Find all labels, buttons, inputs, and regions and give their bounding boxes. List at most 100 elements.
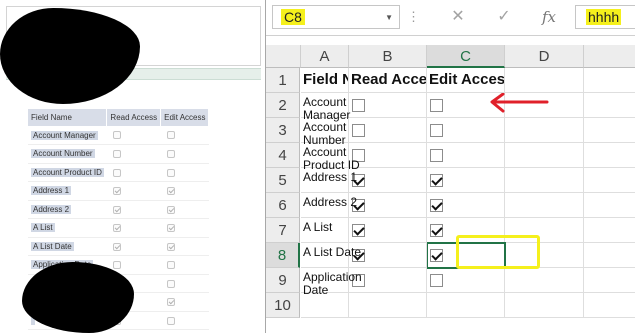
edit-access-checkbox[interactable] — [430, 124, 443, 137]
field-label-cell: Address 1 — [28, 181, 107, 201]
edit-access-checkbox[interactable] — [166, 205, 175, 214]
column-header-e[interactable] — [584, 45, 635, 68]
edit-access-checkbox[interactable] — [430, 199, 443, 212]
cell-e8[interactable] — [584, 243, 635, 268]
name-box[interactable]: C8 ▼ — [272, 5, 400, 29]
cell-d6[interactable] — [505, 193, 584, 218]
read-access-checkbox[interactable] — [112, 242, 121, 251]
cell-a9[interactable]: Application Date — [301, 268, 362, 297]
field-label-cell: A List Date — [28, 237, 107, 256]
table-row: A List — [28, 218, 209, 238]
cell-c4[interactable] — [427, 143, 505, 168]
field-label-cell: Account Number — [28, 144, 107, 164]
chevron-down-icon[interactable]: ▼ — [385, 13, 393, 22]
row-header-1[interactable]: 1 — [266, 68, 300, 93]
read-access-checkbox[interactable] — [112, 205, 121, 214]
read-access-checkbox[interactable] — [112, 187, 121, 196]
cell-d1[interactable] — [505, 68, 584, 93]
cell-c5[interactable] — [427, 168, 505, 193]
cell-b1[interactable]: Read Access — [349, 68, 427, 93]
cell-a1[interactable]: Field Name — [301, 68, 349, 93]
edit-access-cell — [160, 218, 209, 238]
select-all-corner[interactable] — [266, 45, 301, 68]
redaction-blob-top — [0, 8, 140, 104]
column-header-d[interactable]: D — [505, 45, 584, 68]
row-header-2[interactable]: 2 — [266, 93, 300, 118]
field-label: Account Number — [31, 149, 95, 159]
cell-c10[interactable] — [427, 293, 505, 318]
fx-icon[interactable]: fx — [532, 5, 566, 29]
row-header-7[interactable]: 7 — [266, 218, 300, 243]
edit-access-checkbox[interactable] — [166, 224, 175, 233]
cell-c9[interactable] — [427, 268, 505, 293]
column-header-a[interactable]: A — [301, 45, 349, 68]
edit-access-checkbox[interactable] — [166, 242, 175, 251]
cell-c6[interactable] — [427, 193, 505, 218]
read-access-checkbox[interactable] — [112, 261, 121, 270]
row-header-3[interactable]: 3 — [266, 118, 300, 143]
column-header-c[interactable]: C — [427, 45, 505, 68]
edit-access-checkbox[interactable] — [166, 187, 175, 196]
row-header-10[interactable]: 10 — [266, 293, 300, 318]
edit-access-checkbox[interactable] — [430, 99, 443, 112]
row-header-8[interactable]: 8 — [266, 243, 300, 268]
cell-e1[interactable] — [584, 68, 635, 93]
edit-access-cell — [160, 200, 209, 219]
cell-e10[interactable] — [584, 293, 635, 318]
edit-access-checkbox[interactable] — [166, 298, 175, 307]
cell-e4[interactable] — [584, 143, 635, 168]
cell-d9[interactable] — [505, 268, 584, 293]
cell-d3[interactable] — [505, 118, 584, 143]
cell-e3[interactable] — [584, 118, 635, 143]
close-icon[interactable]: ✕ — [441, 5, 475, 29]
edit-access-checkbox[interactable] — [166, 279, 175, 288]
cell-e2[interactable] — [584, 93, 635, 118]
cell-a6[interactable]: Address 2 — [301, 193, 357, 218]
cell-a3[interactable]: Account Number — [301, 118, 349, 147]
edit-access-checkbox[interactable] — [166, 261, 175, 270]
cell-e9[interactable] — [584, 268, 635, 293]
edit-access-checkbox[interactable] — [166, 168, 175, 177]
field-label-cell: Account Product ID — [28, 163, 107, 182]
edit-access-checkbox[interactable] — [166, 131, 175, 140]
header-cell-text: Field Name — [303, 71, 348, 88]
edit-access-checkbox[interactable] — [166, 316, 175, 325]
row-header-6[interactable]: 6 — [266, 193, 300, 218]
row-header-5[interactable]: 5 — [266, 168, 300, 193]
cell-a10[interactable] — [301, 293, 349, 318]
cell-e5[interactable] — [584, 168, 635, 193]
cell-a7[interactable]: A List — [301, 218, 349, 243]
cell-a2[interactable]: Account Manager — [301, 93, 350, 122]
read-access-checkbox[interactable] — [112, 131, 121, 140]
cell-e6[interactable] — [584, 193, 635, 218]
formula-input[interactable]: hhhh — [575, 5, 635, 29]
read-access-header: Read Access — [106, 109, 162, 126]
cell-d5[interactable] — [505, 168, 584, 193]
edit-access-checkbox[interactable] — [166, 150, 175, 159]
cell-c3[interactable] — [427, 118, 505, 143]
cell-d4[interactable] — [505, 143, 584, 168]
formula-value: hhhh — [586, 9, 622, 25]
check-icon[interactable]: ✓ — [487, 5, 521, 29]
read-access-checkbox[interactable] — [112, 224, 121, 233]
edit-access-checkbox[interactable] — [430, 224, 443, 237]
row-header-9[interactable]: 9 — [266, 268, 300, 293]
edit-access-checkbox[interactable] — [430, 274, 443, 287]
edit-access-checkbox[interactable] — [430, 149, 443, 162]
cell-a4[interactable]: Account Product ID — [301, 143, 360, 172]
cell-a8[interactable]: A List Date — [301, 243, 361, 268]
field-label: A List — [31, 223, 55, 233]
read-access-checkbox[interactable] — [112, 150, 121, 159]
field-name-text: Address 2 — [303, 195, 358, 209]
read-access-checkbox[interactable] — [112, 168, 121, 177]
edit-access-checkbox[interactable] — [430, 174, 443, 187]
cell-c1[interactable]: Edit Access — [427, 68, 505, 93]
header-cell-text: Edit Access — [429, 71, 505, 88]
read-access-cell — [106, 144, 161, 164]
cell-e7[interactable] — [584, 218, 635, 243]
cell-a5[interactable]: Address 1 — [301, 168, 357, 193]
column-header-b[interactable]: B — [349, 45, 427, 68]
cell-d10[interactable] — [505, 293, 584, 318]
row-header-4[interactable]: 4 — [266, 143, 300, 168]
more-options-icon[interactable]: ⋮ — [407, 9, 420, 25]
